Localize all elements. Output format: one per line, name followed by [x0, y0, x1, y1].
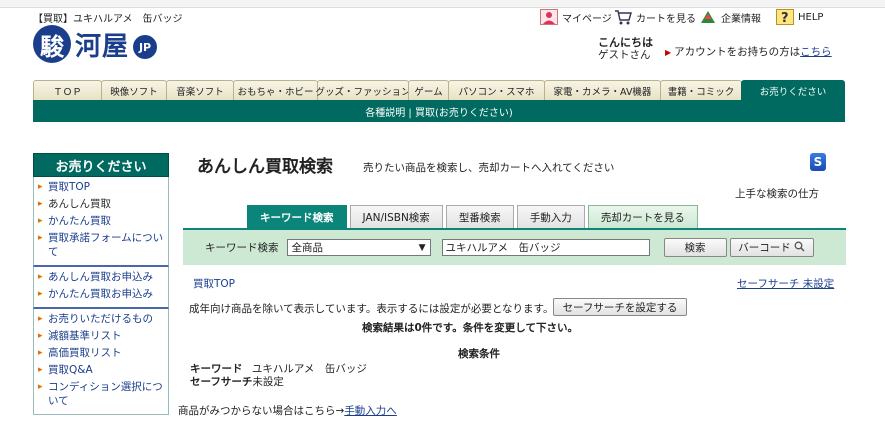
logo-mark: 駿 — [33, 25, 71, 63]
greeting: こんにちは ゲストさん — [598, 36, 653, 62]
safe-search-status-link[interactable]: セーフサーチ 未設定 — [737, 276, 834, 291]
tab-manual-input[interactable]: 手動入力 — [516, 205, 585, 228]
sidebar-item-acceptable[interactable]: お売りいただけるもの — [38, 312, 166, 326]
sidebar-item-faq[interactable]: 買取Q&A — [38, 363, 166, 377]
site-logo[interactable]: 駿 河屋 JP — [33, 24, 158, 64]
tab-jan-isbn-search[interactable]: JAN/ISBN検索 — [349, 205, 443, 228]
condition-safe-value: 未設定 — [252, 376, 284, 388]
nav-tab-goods[interactable]: グッズ・ファッション — [316, 80, 411, 100]
s-badge-icon[interactable]: S — [810, 153, 826, 171]
sidebar-group-info: 買取TOP あんしん買取 かんたん買取 買取承諾フォームについて — [33, 177, 169, 267]
top-strip — [0, 0, 885, 8]
sidebar-item-condition[interactable]: コンディション選択について — [38, 380, 166, 408]
nav-tab-top[interactable]: ＴＯＰ — [33, 80, 102, 100]
barcode-button[interactable]: バーコード — [729, 238, 814, 257]
mypage-link[interactable]: マイページ — [540, 9, 612, 25]
nav-tab-toys[interactable]: おもちゃ・ホビー — [233, 80, 318, 100]
nav-tab-game[interactable]: ゲーム — [408, 80, 449, 100]
cart-label: カートを見る — [636, 13, 696, 25]
nav-tab-electronics[interactable]: 家電・カメラ・AV機器 — [544, 80, 661, 100]
arrow-right-icon: ▶ — [665, 48, 672, 57]
cart-icon — [614, 9, 632, 25]
main-description: 売りたい商品を検索し、売却カートへ入れてください — [363, 162, 615, 174]
search-icon — [794, 241, 805, 255]
main-nav: ＴＯＰ 映像ソフト 音楽ソフト おもちゃ・ホビー グッズ・ファッション ゲーム … — [33, 80, 845, 100]
manual-input-link[interactable]: 手動入力へ — [344, 405, 397, 417]
category-select[interactable]: 全商品 ▼ — [286, 239, 431, 256]
mypage-label: マイページ — [562, 13, 612, 25]
sidebar-item-kantan[interactable]: かんたん買取 — [38, 214, 166, 228]
search-tabs: キーワード検索 JAN/ISBN検索 型番検索 手動入力 売却カートを見る — [247, 205, 698, 228]
conditions-title: 検索条件 — [458, 348, 500, 360]
barcode-label: バーコード — [738, 242, 791, 254]
nav-tab-music[interactable]: 音楽ソフト — [166, 80, 234, 100]
guest-name: ゲストさん — [598, 49, 651, 61]
result-message: 検索結果は0件です。条件を変更して下さい。 — [362, 322, 578, 334]
search-tips-link[interactable]: 上手な検索の仕方 — [735, 186, 819, 201]
account-prompt: ▶ アカウントをお持ちの方はこちら — [665, 44, 832, 59]
not-found-prefix: 商品がみつからない場合はこちら→ — [178, 405, 345, 417]
safe-search-settings-button[interactable]: セーフサーチを設定する — [553, 298, 687, 316]
nav-tab-pc[interactable]: パソコン・スマホ — [448, 80, 545, 100]
sidebar-group-guide: お売りいただけるもの 減額基準リスト 高価買取リスト 買取Q&A コンディション… — [33, 309, 169, 415]
svg-text:?: ? — [781, 11, 789, 25]
sidebar-title: お売りください — [33, 153, 169, 177]
logo-text: 河屋 — [75, 31, 130, 62]
account-prefix: アカウントをお持ちの方は — [674, 46, 801, 58]
sidebar-item-anshin-apply[interactable]: あんしん買取お申込み — [38, 270, 166, 284]
cart-link[interactable]: カートを見る — [614, 9, 696, 25]
tab-model-number-search[interactable]: 型番検索 — [445, 205, 514, 228]
condition-safe-search: セーフサーチ未設定 — [190, 374, 284, 389]
person-icon — [540, 9, 558, 25]
sidebar-item-high-price-list[interactable]: 高価買取リスト — [38, 346, 166, 360]
sidebar-item-anshin[interactable]: あんしん買取 — [38, 197, 166, 211]
greeting-text: こんにちは — [598, 36, 653, 49]
adult-filter-note: 成年向け商品を除いて表示しています。表示するには設定が必要となります。 — [189, 303, 554, 315]
nav-tab-video[interactable]: 映像ソフト — [101, 80, 167, 100]
breadcrumb[interactable]: 買取TOP — [193, 276, 235, 291]
account-login-link[interactable]: こちら — [800, 46, 832, 58]
sub-nav[interactable]: 各種説明 | 買取(お売りください) — [33, 100, 845, 122]
tab-sell-cart[interactable]: 売却カートを見る — [587, 205, 698, 228]
nav-tab-sell[interactable]: お売りください — [741, 80, 845, 100]
sidebar-group-apply: あんしん買取お申込み かんたん買取お申込み — [33, 267, 169, 309]
search-bar: キーワード検索 全商品 ▼ ユキハルアメ 缶バッジ 検索 バーコード — [183, 228, 846, 265]
not-found-note: 商品がみつからない場合はこちら→手動入力へ — [178, 403, 397, 418]
chevron-down-icon: ▼ — [418, 242, 426, 253]
sidebar: お売りください 買取TOP あんしん買取 かんたん買取 買取承諾フォームについて… — [33, 153, 169, 415]
help-icon: ? — [776, 9, 794, 26]
keyword-input[interactable]: ユキハルアメ 缶バッジ — [441, 239, 650, 256]
page-heading: 【買取】ユキハルアメ 缶バッジ — [33, 14, 183, 25]
sidebar-item-consent-form[interactable]: 買取承諾フォームについて — [38, 231, 166, 259]
sidebar-item-kantan-apply[interactable]: かんたん買取お申込み — [38, 287, 166, 301]
nav-tab-books[interactable]: 書籍・コミック — [660, 80, 742, 100]
help-label: HELP — [798, 11, 824, 23]
tab-keyword-search[interactable]: キーワード検索 — [247, 205, 347, 228]
search-label: キーワード検索 — [205, 242, 279, 254]
sidebar-item-kaitori-top[interactable]: 買取TOP — [38, 180, 166, 194]
sidebar-item-deduction-list[interactable]: 減額基準リスト — [38, 329, 166, 343]
help-link[interactable]: ? HELP — [776, 9, 824, 26]
condition-safe-label: セーフサーチ — [190, 376, 253, 388]
corporate-label: 企業情報 — [721, 13, 761, 25]
logo-jp-badge: JP — [133, 35, 158, 59]
search-button[interactable]: 検索 — [663, 238, 727, 257]
main-title: あんしん買取検索 — [197, 157, 333, 177]
corporate-link[interactable]: 企業情報 — [699, 9, 761, 25]
corporate-icon — [699, 9, 717, 25]
category-selected: 全商品 — [291, 242, 324, 254]
